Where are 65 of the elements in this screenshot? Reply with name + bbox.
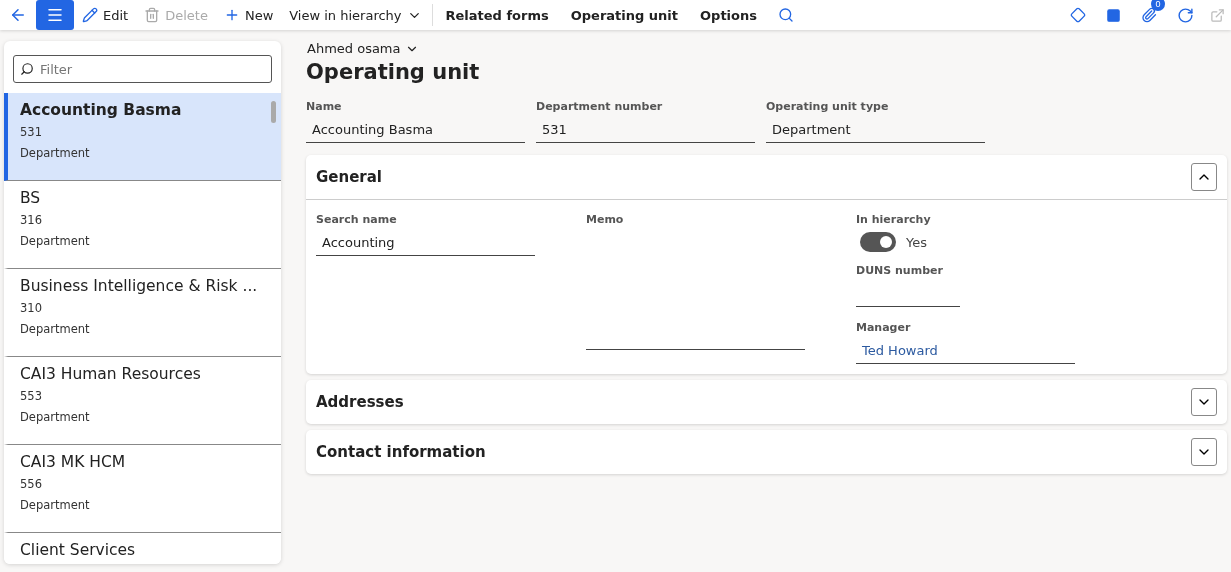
- field-label: Memo: [586, 213, 625, 226]
- list-item[interactable]: Business Intelligence & Risk ... 310 Department: [4, 269, 281, 357]
- input-field[interactable]: 531: [536, 119, 755, 143]
- edit-button[interactable]: Edit: [74, 0, 137, 30]
- item-type: Department: [20, 322, 91, 336]
- input-field[interactable]: Department: [766, 119, 985, 143]
- new-button[interactable]: New: [215, 0, 282, 30]
- list-item[interactable]: Accounting Basma 531 Department: [4, 93, 281, 181]
- manager-link[interactable]: Ted Howard: [856, 340, 1075, 364]
- field-label: Name: [306, 100, 343, 113]
- page-title: Operating unit: [306, 60, 481, 84]
- attachment-button[interactable]: 0: [1131, 0, 1167, 30]
- menu-icon: [46, 6, 64, 24]
- item-number: 553: [20, 389, 43, 403]
- collapse-button[interactable]: [1191, 438, 1217, 466]
- menu-tab[interactable]: Related forms: [434, 0, 560, 30]
- item-name: BS: [20, 189, 41, 207]
- paperclip-icon: [1141, 7, 1157, 23]
- field-label: Department number: [536, 100, 664, 113]
- item-type: Department: [20, 234, 91, 248]
- item-number: 556: [20, 477, 43, 491]
- section-title: Contact information: [316, 443, 486, 461]
- field-label: Manager: [856, 321, 912, 334]
- search-icon[interactable]: [778, 7, 794, 23]
- input-field[interactable]: Accounting Basma: [306, 119, 525, 143]
- item-type: Department: [20, 146, 91, 160]
- toggle-value: Yes: [906, 234, 927, 250]
- list-item[interactable]: Client Services: [4, 533, 281, 564]
- section-title: Addresses: [316, 393, 404, 411]
- menu-tab[interactable]: Operating unit: [559, 0, 690, 30]
- item-name: Accounting Basma: [20, 101, 182, 119]
- menu-tab[interactable]: Options: [689, 0, 768, 30]
- filter-field[interactable]: Filter: [13, 55, 272, 83]
- attachment-count: 0: [1151, 0, 1165, 11]
- field-label: Operating unit type: [766, 100, 890, 113]
- pencil-icon: [82, 7, 98, 23]
- item-type: Department: [20, 410, 91, 424]
- list-item[interactable]: BS 316 Department: [4, 181, 281, 269]
- collapse-button[interactable]: [1191, 163, 1217, 191]
- field-label: Search name: [316, 213, 398, 226]
- item-number: 310: [20, 301, 43, 315]
- item-name: Business Intelligence & Risk ...: [20, 277, 258, 295]
- section-title: General: [316, 168, 382, 186]
- user-dropdown[interactable]: Ahmed osama: [307, 41, 1227, 56]
- field-label: DUNS number: [856, 264, 944, 277]
- refresh-icon[interactable]: [1177, 6, 1194, 24]
- scrollbar[interactable]: [271, 101, 276, 123]
- input-field[interactable]: Accounting: [316, 232, 535, 256]
- item-type: Department: [20, 498, 91, 512]
- square-icon[interactable]: [1106, 7, 1121, 23]
- trash-icon: [144, 7, 161, 23]
- item-name: CAI3 MK HCM: [20, 453, 126, 471]
- menu-button[interactable]: [36, 0, 74, 30]
- list-item[interactable]: CAI3 MK HCM 556 Department: [4, 445, 281, 533]
- item-number: 531: [20, 125, 43, 139]
- list-item[interactable]: CAI3 Human Resources 553 Department: [4, 357, 281, 445]
- view-in-hierarchy-dropdown[interactable]: View in hierarchy: [281, 0, 430, 30]
- toggle-switch[interactable]: [860, 232, 896, 252]
- diamond-icon[interactable]: [1070, 7, 1086, 23]
- item-name: Client Services: [20, 541, 136, 559]
- field-label: In hierarchy: [856, 213, 932, 226]
- item-number: 316: [20, 213, 43, 227]
- search-icon: [20, 62, 34, 76]
- item-name: CAI3 Human Resources: [20, 365, 201, 383]
- collapse-button[interactable]: [1191, 388, 1217, 416]
